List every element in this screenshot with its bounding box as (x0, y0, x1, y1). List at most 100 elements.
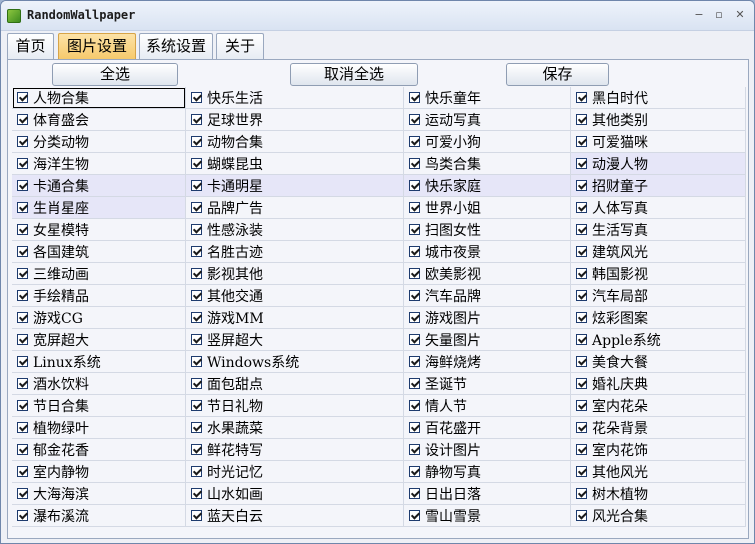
category-cell[interactable]: 快乐家庭 (404, 175, 571, 197)
category-checkbox[interactable] (576, 312, 587, 323)
category-cell[interactable]: 瀑布溪流 (12, 505, 186, 527)
category-checkbox[interactable] (191, 334, 202, 345)
category-checkbox[interactable] (17, 378, 28, 389)
category-cell[interactable]: 卡通明星 (186, 175, 404, 197)
category-cell[interactable]: Apple系统 (571, 329, 746, 351)
category-cell[interactable]: 海洋生物 (12, 153, 186, 175)
category-cell[interactable]: 招财童子 (571, 175, 746, 197)
category-cell[interactable]: 百花盛开 (404, 417, 571, 439)
category-cell[interactable]: 室内花朵 (571, 395, 746, 417)
category-checkbox[interactable] (409, 422, 420, 433)
category-checkbox[interactable] (191, 246, 202, 257)
category-checkbox[interactable] (17, 180, 28, 191)
category-cell[interactable]: 女星模特 (12, 219, 186, 241)
category-checkbox[interactable] (576, 268, 587, 279)
category-cell[interactable]: 郁金花香 (12, 439, 186, 461)
category-cell[interactable]: 节日合集 (12, 395, 186, 417)
category-checkbox[interactable] (17, 114, 28, 125)
category-checkbox[interactable] (576, 180, 587, 191)
category-cell[interactable]: 生肖星座 (12, 197, 186, 219)
category-cell[interactable]: 静物写真 (404, 461, 571, 483)
category-checkbox[interactable] (17, 510, 28, 521)
category-checkbox[interactable] (576, 356, 587, 367)
category-cell[interactable]: 汽车局部 (571, 285, 746, 307)
category-cell[interactable]: 风光合集 (571, 505, 746, 527)
category-cell[interactable]: Windows系统 (186, 351, 404, 373)
category-cell[interactable]: 各国建筑 (12, 241, 186, 263)
category-checkbox[interactable] (576, 158, 587, 169)
category-checkbox[interactable] (17, 334, 28, 345)
category-cell[interactable]: 快乐生活 (186, 87, 404, 109)
category-checkbox[interactable] (409, 510, 420, 521)
category-checkbox[interactable] (191, 312, 202, 323)
minimize-icon[interactable]: − (691, 7, 707, 23)
category-checkbox[interactable] (17, 488, 28, 499)
maximize-icon[interactable]: ▫ (711, 7, 727, 23)
category-cell[interactable]: 面包甜点 (186, 373, 404, 395)
category-cell[interactable]: 植物绿叶 (12, 417, 186, 439)
category-checkbox[interactable] (409, 246, 420, 257)
category-cell[interactable]: 手绘精品 (12, 285, 186, 307)
category-cell[interactable]: 炫彩图案 (571, 307, 746, 329)
category-cell[interactable]: 世界小姐 (404, 197, 571, 219)
category-checkbox[interactable] (576, 422, 587, 433)
category-checkbox[interactable] (191, 136, 202, 147)
category-cell[interactable]: 蝴蝶昆虫 (186, 153, 404, 175)
category-cell[interactable]: 圣诞节 (404, 373, 571, 395)
category-checkbox[interactable] (409, 180, 420, 191)
category-checkbox[interactable] (409, 114, 420, 125)
category-checkbox[interactable] (17, 422, 28, 433)
category-cell[interactable]: 城市夜景 (404, 241, 571, 263)
category-checkbox[interactable] (576, 290, 587, 301)
tab-image-settings[interactable]: 图片设置 (58, 33, 136, 60)
category-checkbox[interactable] (576, 466, 587, 477)
category-cell[interactable]: 足球世界 (186, 109, 404, 131)
category-checkbox[interactable] (576, 444, 587, 455)
category-checkbox[interactable] (409, 466, 420, 477)
category-cell[interactable]: 韩国影视 (571, 263, 746, 285)
deselect-all-button[interactable]: 取消全选 (290, 63, 418, 86)
category-checkbox[interactable] (191, 400, 202, 411)
category-cell[interactable]: 三维动画 (12, 263, 186, 285)
category-cell[interactable]: 分类动物 (12, 131, 186, 153)
category-cell[interactable]: 大海海滨 (12, 483, 186, 505)
category-cell[interactable]: 黑白时代 (571, 87, 746, 109)
category-checkbox[interactable] (17, 400, 28, 411)
category-checkbox[interactable] (409, 92, 420, 103)
category-checkbox[interactable] (17, 92, 28, 103)
category-checkbox[interactable] (17, 268, 28, 279)
category-cell[interactable]: 建筑风光 (571, 241, 746, 263)
category-cell[interactable]: 矢量图片 (404, 329, 571, 351)
category-checkbox[interactable] (576, 246, 587, 257)
category-checkbox[interactable] (191, 510, 202, 521)
tab-about[interactable]: 关于 (216, 33, 264, 60)
category-cell[interactable]: 水果蔬菜 (186, 417, 404, 439)
category-cell[interactable]: 山水如画 (186, 483, 404, 505)
category-cell[interactable]: 卡通合集 (12, 175, 186, 197)
category-checkbox[interactable] (576, 378, 587, 389)
category-cell[interactable]: 婚礼庆典 (571, 373, 746, 395)
category-cell[interactable]: 游戏图片 (404, 307, 571, 329)
category-checkbox[interactable] (191, 290, 202, 301)
category-checkbox[interactable] (17, 356, 28, 367)
category-checkbox[interactable] (17, 246, 28, 257)
category-cell[interactable]: 蓝天白云 (186, 505, 404, 527)
category-checkbox[interactable] (409, 136, 420, 147)
category-checkbox[interactable] (17, 466, 28, 477)
category-cell[interactable]: 欧美影视 (404, 263, 571, 285)
category-checkbox[interactable] (191, 422, 202, 433)
category-checkbox[interactable] (191, 114, 202, 125)
category-cell[interactable]: 节日礼物 (186, 395, 404, 417)
category-checkbox[interactable] (191, 158, 202, 169)
category-cell[interactable]: 雪山雪景 (404, 505, 571, 527)
category-cell[interactable]: 鸟类合集 (404, 153, 571, 175)
category-cell[interactable]: 其他交通 (186, 285, 404, 307)
category-checkbox[interactable] (17, 444, 28, 455)
category-checkbox[interactable] (409, 334, 420, 345)
category-cell[interactable]: 人体写真 (571, 197, 746, 219)
category-cell[interactable]: 人物合集 (12, 87, 186, 109)
category-checkbox[interactable] (576, 202, 587, 213)
category-cell[interactable]: 体育盛会 (12, 109, 186, 131)
category-cell[interactable]: 汽车品牌 (404, 285, 571, 307)
category-cell[interactable]: 可爱小狗 (404, 131, 571, 153)
